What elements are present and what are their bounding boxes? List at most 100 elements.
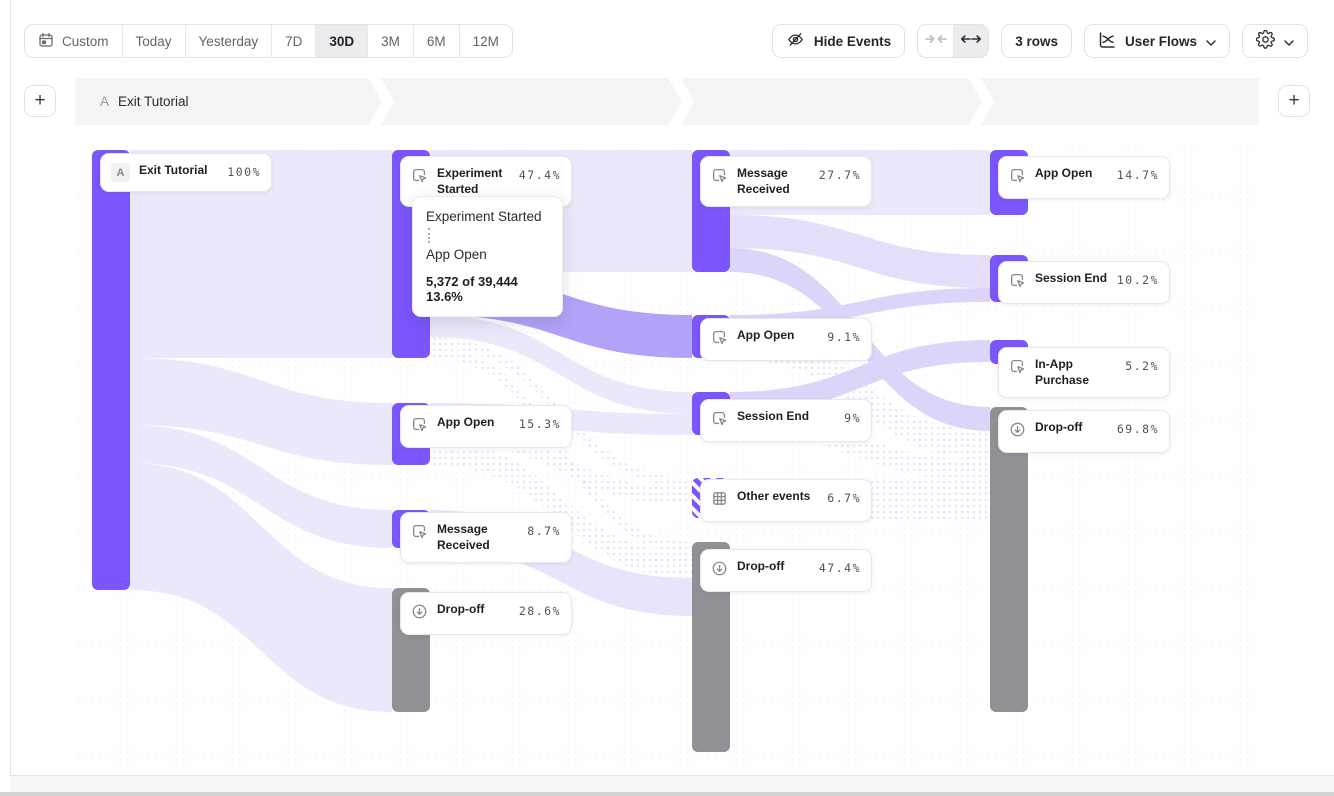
chart-controls: Hide Events 3 rows User Fl [772, 24, 1308, 58]
node-percent: 8.7% [527, 524, 561, 538]
date-range-6m[interactable]: 6M [414, 25, 460, 57]
node-percent: 10.2% [1117, 273, 1159, 287]
step-a-label: A Exit Tutorial [100, 78, 189, 125]
node-label: App Open [737, 328, 818, 344]
node-percent: 9.1% [827, 330, 861, 344]
node-card-exit-tutorial-step1[interactable]: AExit Tutorial100% [100, 153, 272, 192]
node-card-message-received-step3[interactable]: Message Received 27.7% [700, 156, 872, 207]
event-cursor-icon [711, 167, 728, 189]
event-cursor-icon [411, 523, 428, 545]
hide-events-label: Hide Events [814, 34, 891, 49]
date-range-label: 3M [381, 34, 400, 49]
node-label: Session End [1035, 271, 1108, 287]
step-segment-3[interactable] [693, 78, 980, 125]
chevron-down-icon [1284, 34, 1294, 49]
date-range-selector: Custom Today Yesterday 7D 30D 3M 6M 12M [24, 24, 513, 58]
date-range-30d[interactable]: 30D [316, 25, 368, 57]
node-card-drop-off-step3[interactable]: Drop-off 47.4% [700, 549, 872, 592]
date-range-12m[interactable]: 12M [460, 25, 512, 57]
node-card-session-end-step4[interactable]: Session End 10.2% [998, 261, 1170, 304]
node-bar-exit-tutorial-step1[interactable] [92, 150, 130, 590]
node-label: Drop-off [737, 559, 810, 575]
node-label: Message Received [737, 166, 810, 197]
node-label: Exit Tutorial [139, 163, 218, 179]
date-range-label: 7D [285, 34, 302, 49]
drop-off-icon [411, 603, 428, 625]
date-range-label: 6M [427, 34, 446, 49]
date-range-7d[interactable]: 7D [272, 25, 316, 57]
node-percent: 28.6% [519, 604, 561, 618]
node-percent: 14.7% [1117, 168, 1159, 182]
node-card-app-open-step3[interactable]: App Open 9.1% [700, 318, 872, 361]
date-range-custom[interactable]: Custom [25, 25, 123, 57]
steps-breadcrumb: A Exit Tutorial [75, 78, 1259, 125]
node-card-drop-off-step4[interactable]: Drop-off69.8% [998, 410, 1170, 453]
node-label: Drop-off [437, 602, 510, 618]
expand-columns-button[interactable] [953, 25, 988, 57]
event-cursor-icon [1009, 272, 1026, 294]
step-chevron-separator [969, 78, 995, 125]
step-letter-badge: A [111, 163, 130, 182]
date-range-today[interactable]: Today [123, 25, 186, 57]
settings-dropdown[interactable] [1242, 24, 1308, 58]
gear-icon [1256, 30, 1275, 52]
step-name: Exit Tutorial [118, 94, 189, 109]
date-range-label: Today [136, 34, 172, 49]
view-selector-label: User Flows [1125, 34, 1197, 49]
date-range-label: Yesterday [199, 34, 259, 49]
node-card-in-app-purchase-step4[interactable]: In-App Purchase 5.2% [998, 347, 1170, 398]
eye-off-icon [786, 30, 805, 52]
add-step-right-button[interactable]: + [1278, 85, 1310, 117]
collapse-columns-button[interactable] [918, 25, 953, 57]
date-range-yesterday[interactable]: Yesterday [186, 25, 273, 57]
node-label: App Open [437, 415, 510, 431]
date-range-3m[interactable]: 3M [368, 25, 414, 57]
node-card-message-received-step2[interactable]: Message Received8.7% [400, 512, 572, 563]
event-cursor-icon [411, 167, 428, 189]
node-percent: 5.2% [1125, 359, 1159, 373]
node-card-session-end-step3[interactable]: Session End 9% [700, 399, 872, 442]
tooltip-target-event: App Open [426, 247, 549, 262]
calendar-icon [38, 32, 54, 51]
date-range-label: 12M [473, 34, 499, 49]
step-letter: A [100, 94, 109, 109]
node-percent: 47.4% [819, 561, 861, 575]
node-percent: 6.7% [827, 491, 861, 505]
canvas-left-border [10, 0, 11, 796]
node-card-app-open-step2[interactable]: App Open 15.3% [400, 405, 572, 448]
node-label: In-App Purchase [1035, 357, 1116, 388]
view-selector-dropdown[interactable]: User Flows [1084, 24, 1230, 58]
node-card-drop-off-step2[interactable]: Drop-off 28.6% [400, 592, 572, 635]
event-cursor-icon [411, 416, 428, 438]
expand-arrows-icon [960, 32, 982, 50]
rows-button[interactable]: 3 rows [1001, 24, 1072, 58]
step-chevron-separator [669, 78, 695, 125]
footer-strip [10, 775, 1334, 792]
node-card-other-events-step3[interactable]: Other events 6.7% [700, 479, 872, 522]
bottom-scrollbar[interactable] [0, 792, 1334, 796]
step-segment-4[interactable] [993, 78, 1259, 125]
tooltip-connector-dots [428, 228, 549, 243]
add-step-left-button[interactable]: + [24, 85, 56, 117]
date-range-label: 30D [329, 34, 354, 49]
chevron-down-icon [1206, 34, 1216, 49]
date-range-label: Custom [62, 34, 109, 49]
event-cursor-icon [711, 329, 728, 351]
drop-off-icon [711, 560, 728, 582]
node-percent: 47.4% [519, 168, 561, 182]
hide-events-button[interactable]: Hide Events [772, 24, 905, 58]
node-percent: 15.3% [519, 417, 561, 431]
drop-off-icon [1009, 421, 1026, 443]
node-percent: 9% [844, 411, 861, 425]
node-label: Other events [737, 489, 818, 505]
node-label: Session End [737, 409, 835, 425]
node-card-app-open-step4[interactable]: App Open 14.7% [998, 156, 1170, 199]
event-cursor-icon [1009, 167, 1026, 189]
tooltip-detail: 5,372 of 39,444 13.6% [426, 274, 549, 304]
node-label: App Open [1035, 166, 1108, 182]
step-segment-2[interactable] [393, 78, 680, 125]
node-percent: 27.7% [819, 168, 861, 182]
event-cursor-icon [711, 410, 728, 432]
grid-icon [711, 490, 728, 512]
tooltip-source-event: Experiment Started [426, 209, 549, 224]
